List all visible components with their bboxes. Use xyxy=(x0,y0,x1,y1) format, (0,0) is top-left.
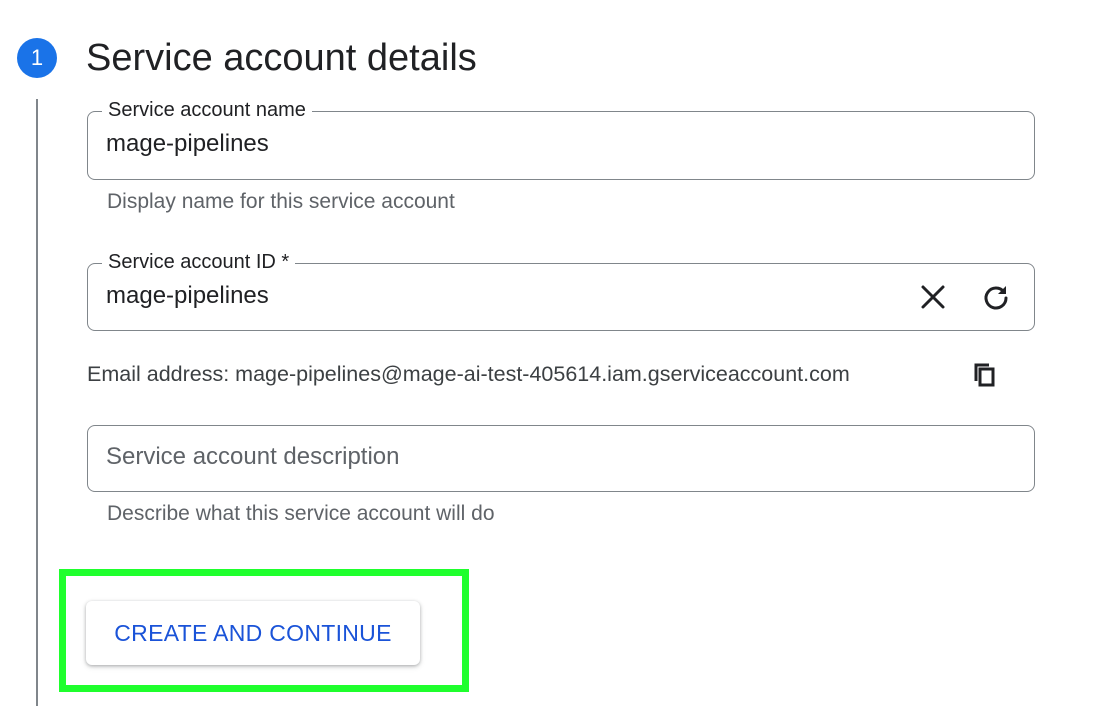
stepper-line xyxy=(36,99,38,706)
copy-icon[interactable] xyxy=(967,357,1003,393)
service-account-id-value[interactable]: mage-pipelines xyxy=(106,281,269,311)
close-icon[interactable] xyxy=(915,279,951,315)
email-address-text: Email address: mage-pipelines@mage-ai-te… xyxy=(87,362,850,386)
service-account-description-hint: Describe what this service account will … xyxy=(107,502,495,525)
step-title: Service account details xyxy=(86,37,477,79)
service-account-name-hint: Display name for this service account xyxy=(107,190,455,213)
step-number-badge: 1 xyxy=(17,38,57,78)
service-account-description-placeholder: Service account description xyxy=(106,443,400,470)
service-account-name-label: Service account name xyxy=(102,98,312,122)
service-account-id-field[interactable]: Service account ID * mage-pipelines xyxy=(87,250,1035,331)
service-account-name-value[interactable]: mage-pipelines xyxy=(106,129,269,159)
create-and-continue-button[interactable]: CREATE AND CONTINUE xyxy=(86,601,420,665)
refresh-icon[interactable] xyxy=(978,279,1014,315)
service-account-id-label: Service account ID * xyxy=(102,250,296,274)
service-account-description-field[interactable]: Service account description xyxy=(87,425,1035,492)
service-account-name-field[interactable]: Service account name mage-pipelines xyxy=(87,98,1035,180)
